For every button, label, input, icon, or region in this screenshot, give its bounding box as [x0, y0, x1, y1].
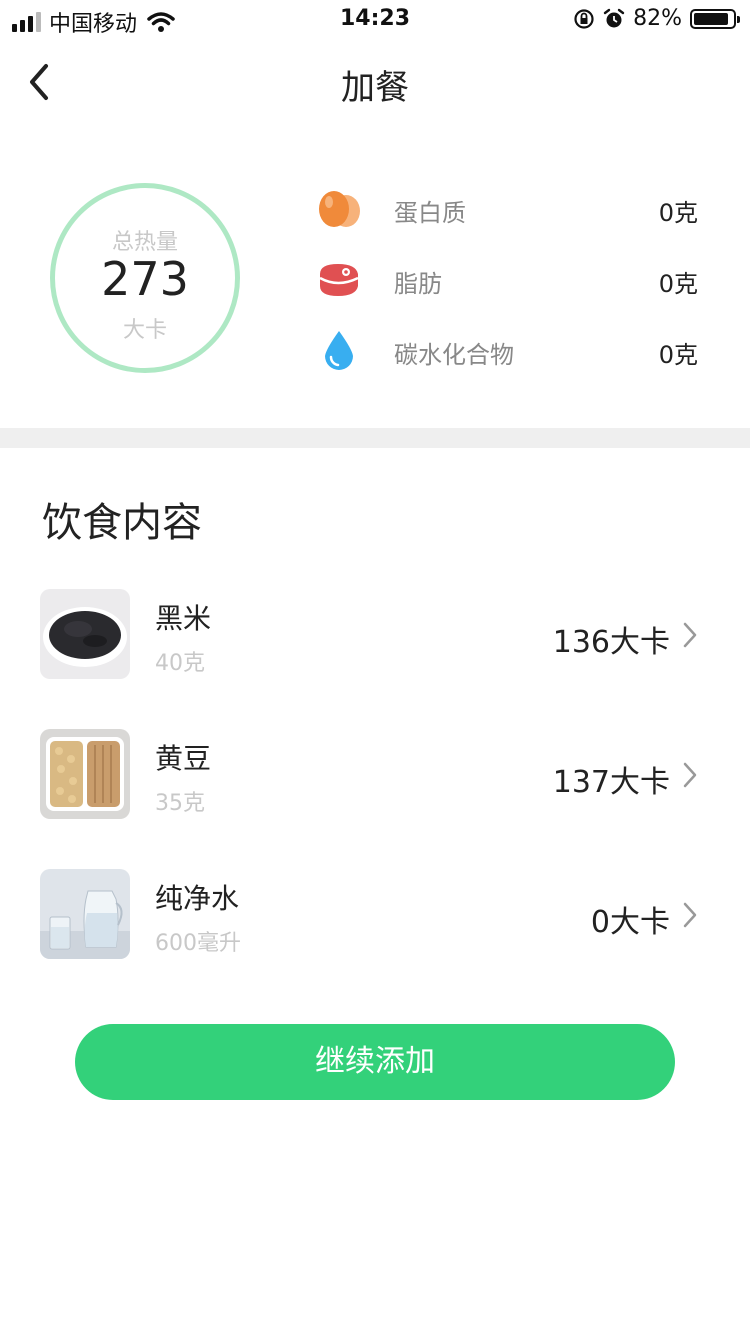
food-amount: 40克	[155, 651, 205, 676]
chevron-right-icon	[683, 762, 697, 788]
status-bar: 中国移动 14:23 82%	[0, 0, 750, 40]
food-amount: 600毫升	[155, 931, 241, 956]
nutrient-amount: 0克	[658, 341, 698, 369]
food-name: 纯净水	[155, 882, 240, 915]
chevron-right-icon	[683, 622, 697, 648]
continue-add-button[interactable]: 继续添加	[75, 1024, 675, 1100]
water-image	[40, 869, 130, 959]
food-item-soybean[interactable]: 黄豆 35克 137大卡	[0, 729, 750, 821]
rotation-lock-icon	[574, 8, 594, 29]
chevron-right-icon	[683, 902, 697, 928]
nutrient-name: 蛋白质	[394, 199, 466, 227]
nav-bar: 加餐	[0, 44, 750, 124]
nutrient-amount: 0克	[658, 199, 698, 227]
food-amount: 35克	[155, 791, 205, 816]
water-drop-icon	[325, 331, 353, 370]
alarm-icon	[603, 8, 625, 27]
total-calories-ring: 总热量 273 大卡	[50, 183, 240, 373]
egg-icon	[319, 191, 360, 227]
section-divider	[0, 428, 750, 448]
black-rice-image	[40, 589, 130, 679]
nutrient-protein: 蛋白质 0克	[316, 183, 700, 233]
page-title: 加餐	[341, 68, 409, 108]
food-calories: 0大卡	[590, 905, 670, 940]
food-item-black-rice[interactable]: 黑米 40克 136大卡	[0, 589, 750, 681]
nutrition-summary: 总热量 273 大卡 蛋白质 0克 脂肪 0克 碳水化合物 0克	[0, 150, 750, 420]
battery-icon	[690, 8, 740, 29]
nutrient-amount: 0克	[658, 270, 698, 298]
nutrient-carbs: 碳水化合物 0克	[316, 325, 700, 375]
diet-section-title: 饮食内容	[42, 500, 202, 546]
battery-percent: 82%	[633, 6, 682, 31]
food-calories: 136大卡	[552, 625, 670, 660]
status-right: 82%	[573, 6, 740, 31]
total-calories-unit: 大卡	[122, 318, 167, 343]
nutrient-name: 碳水化合物	[394, 341, 514, 369]
nutrient-fat: 脂肪 0克	[316, 254, 700, 304]
food-name: 黑米	[155, 602, 212, 635]
soybean-image	[40, 729, 130, 819]
nutrient-name: 脂肪	[394, 270, 442, 298]
food-calories: 137大卡	[552, 765, 670, 800]
food-item-water[interactable]: 纯净水 600毫升 0大卡	[0, 869, 750, 961]
food-name: 黄豆	[155, 742, 212, 775]
total-calories-value: 273	[101, 252, 189, 306]
meat-icon	[319, 264, 359, 296]
